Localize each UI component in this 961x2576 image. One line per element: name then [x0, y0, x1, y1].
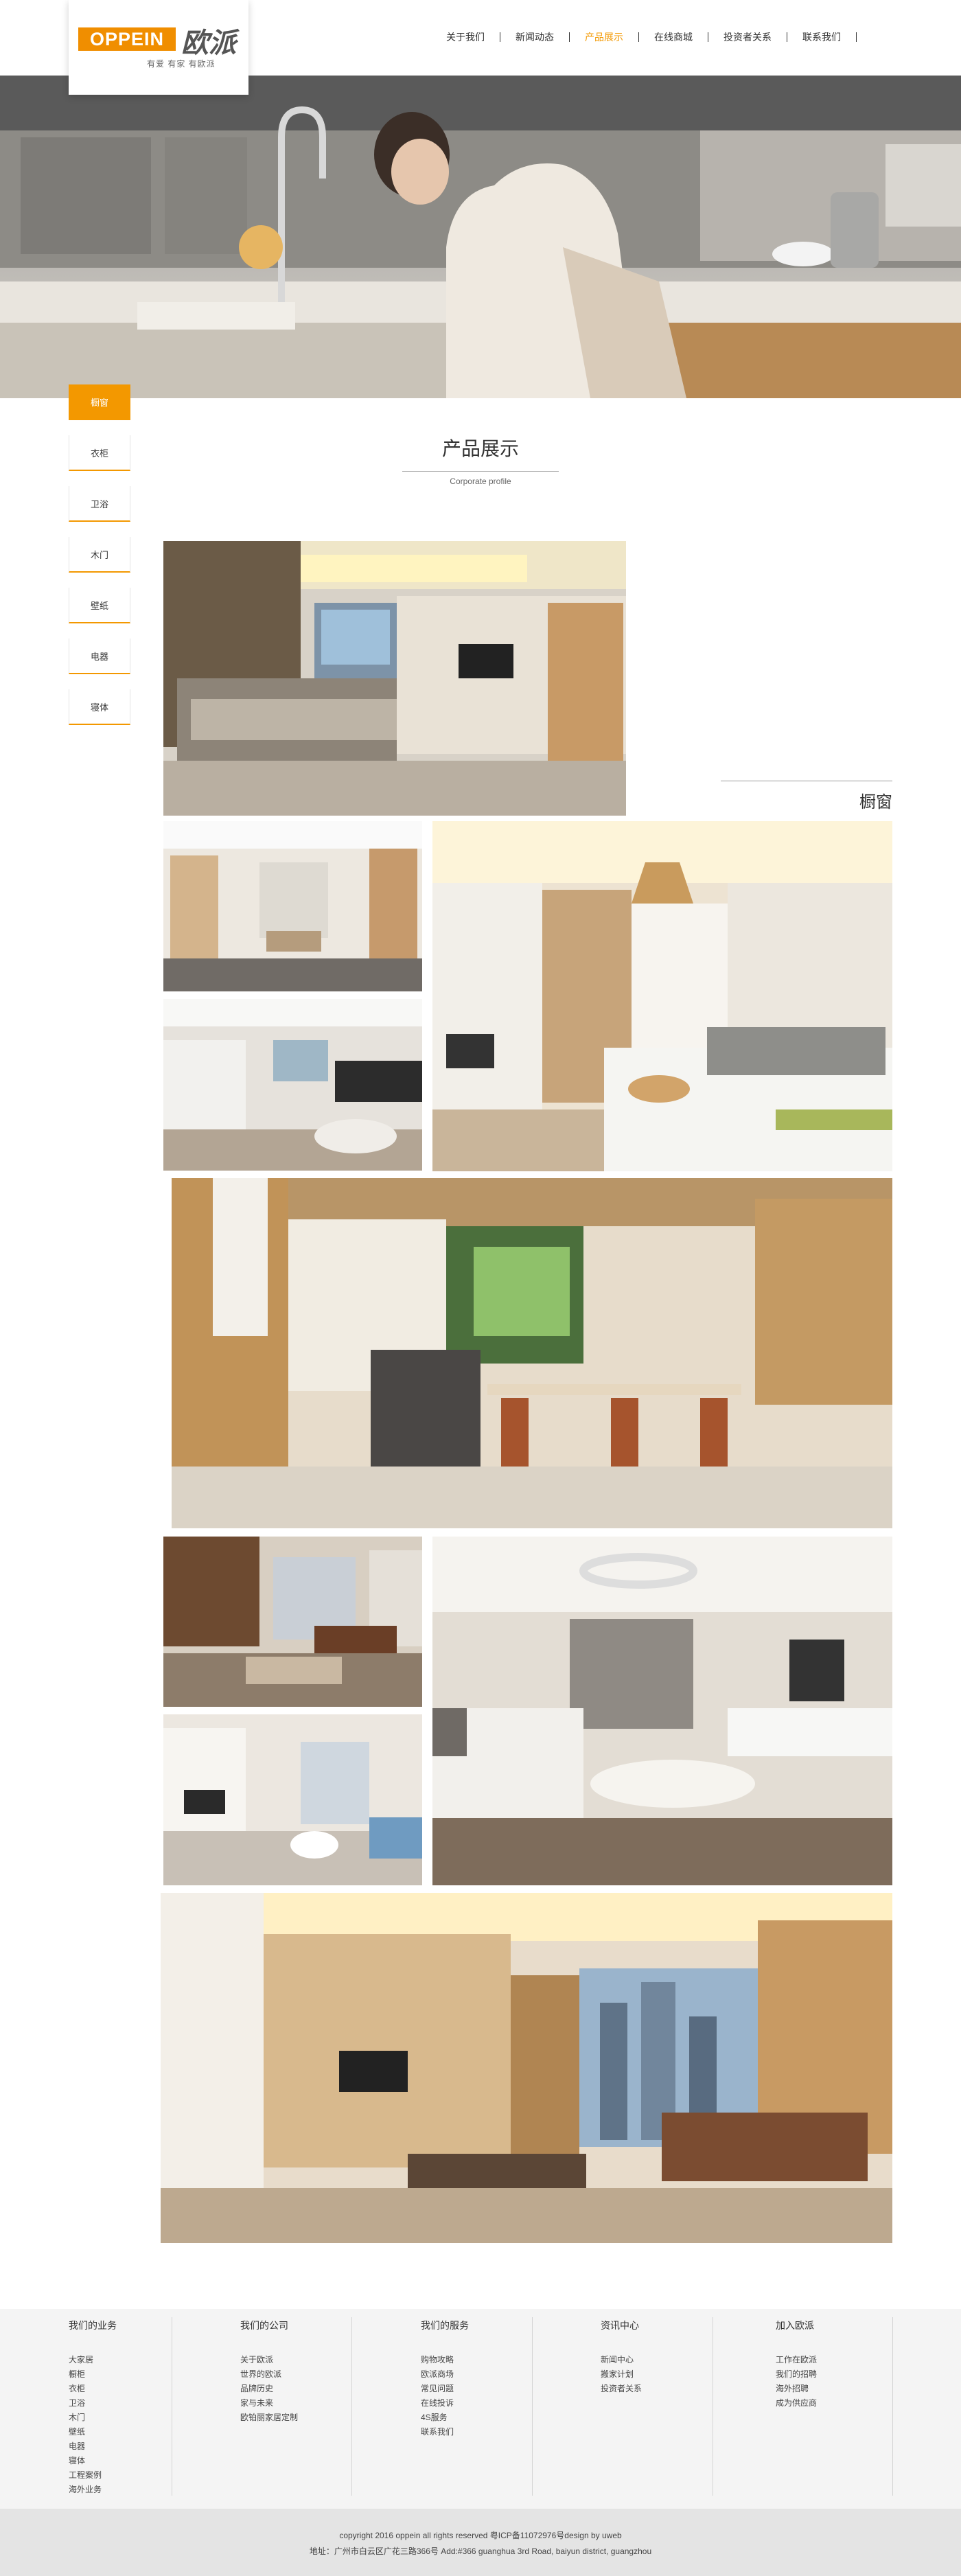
footer-column-title: 我们的服务	[421, 2320, 469, 2331]
footer-column-business: 我们的业务 大家居 橱柜 衣柜 卫浴 木门 壁纸 电器 寝体 工程案例 海外业务	[69, 2319, 117, 2497]
address-text: 地址：广州市白云区广花三路366号 Add:#366 guanghua 3rd …	[309, 2546, 652, 2556]
footer-link[interactable]: 家与未来	[240, 2396, 298, 2411]
footer-divider	[532, 2317, 533, 2496]
footer-link[interactable]: 关于欧派	[240, 2353, 298, 2367]
footer-link[interactable]: 搬家计划	[601, 2367, 642, 2382]
footer-link[interactable]: 欧派商场	[421, 2367, 469, 2382]
footer-link[interactable]: 常见问题	[421, 2382, 469, 2396]
footer-link[interactable]: 电器	[69, 2439, 117, 2454]
footer-column-company: 我们的公司 关于欧派 世界的欧派 品牌历史 家与未来 欧铂丽家居定制	[240, 2319, 298, 2425]
footer-divider	[892, 2317, 893, 2496]
section-title: 产品展示	[441, 438, 519, 459]
product-photo-city-view-living[interactable]	[161, 1893, 892, 2243]
product-photo-classic-living[interactable]	[163, 1537, 422, 1707]
footer-link[interactable]: 大家居	[69, 2353, 117, 2367]
footer-column-title: 我们的公司	[240, 2320, 288, 2331]
footer-column-title: 我们的业务	[69, 2320, 117, 2331]
section-subtitle: Corporate profile	[450, 476, 511, 486]
copyright-text: copyright 2016 oppein all rights reserve…	[339, 2531, 622, 2540]
product-photo-bedroom-tv[interactable]	[163, 541, 626, 816]
category-bedding[interactable]: 寝体	[69, 689, 130, 725]
footer-link[interactable]: 工程案例	[69, 2468, 117, 2483]
logo-chinese: 欧派	[181, 27, 236, 59]
footer-link[interactable]: 海外业务	[69, 2483, 117, 2497]
gallery-caption: 橱窗	[859, 793, 892, 812]
footer-column-title: 资讯中心	[601, 2320, 639, 2331]
footer-link[interactable]: 壁纸	[69, 2425, 117, 2439]
footer-link[interactable]: 品牌历史	[240, 2382, 298, 2396]
category-bathroom[interactable]: 卫浴	[69, 486, 130, 522]
footer-link[interactable]: 欧铂丽家居定制	[240, 2411, 298, 2425]
footer-link[interactable]: 4S服务	[421, 2411, 469, 2425]
kitchen-hero-image	[0, 76, 961, 398]
logo-wordmark: OPPEIN	[78, 27, 176, 51]
footer-column-news: 资讯中心 新闻中心 搬家计划 投资者关系	[601, 2319, 642, 2396]
section-title-divider	[402, 471, 559, 472]
product-photo-shelving[interactable]	[163, 821, 422, 991]
footer-link[interactable]: 衣柜	[69, 2382, 117, 2396]
product-photo-living-sofa[interactable]	[163, 999, 422, 1171]
copyright-bar: copyright 2016 oppein all rights reserve…	[0, 2509, 961, 2576]
footer-link[interactable]: 新闻中心	[601, 2353, 642, 2367]
footer-link[interactable]: 世界的欧派	[240, 2367, 298, 2382]
footer-link[interactable]: 工作在欧派	[776, 2353, 817, 2367]
main-nav: 关于我们 新闻动态 产品展示 在线商城 投资者关系 联系我们	[431, 29, 857, 45]
hero-banner	[0, 76, 961, 398]
footer: 我们的业务 大家居 橱柜 衣柜 卫浴 木门 壁纸 电器 寝体 工程案例 海外业务…	[0, 2309, 961, 2509]
footer-column-title: 加入欧派	[776, 2320, 814, 2331]
footer-link[interactable]: 成为供应商	[776, 2396, 817, 2411]
category-cabinet[interactable]: 橱窗	[69, 384, 130, 420]
footer-link[interactable]: 联系我们	[421, 2425, 469, 2439]
footer-link[interactable]: 在线投诉	[421, 2396, 469, 2411]
footer-column-join: 加入欧派 工作在欧派 我们的招聘 海外招聘 成为供应商	[776, 2319, 817, 2411]
category-wallpaper[interactable]: 壁纸	[69, 588, 130, 623]
footer-column-services: 我们的服务 购物攻略 欧派商场 常见问题 在线投诉 4S服务 联系我们	[421, 2319, 469, 2439]
footer-link[interactable]: 橱柜	[69, 2367, 117, 2382]
product-photo-dining-kitchen[interactable]	[172, 1178, 892, 1528]
nav-investors[interactable]: 投资者关系	[708, 30, 787, 44]
footer-link[interactable]: 购物攻略	[421, 2353, 469, 2367]
site-header: OPPEIN 欧派 有爱 有家 有欧派 关于我们 新闻动态 产品展示 在线商城 …	[0, 0, 961, 95]
logo[interactable]: OPPEIN 欧派 有爱 有家 有欧派	[69, 0, 248, 95]
product-photo-modern-living[interactable]	[432, 1537, 892, 1885]
nav-divider	[856, 32, 857, 42]
footer-link[interactable]: 寝体	[69, 2454, 117, 2468]
nav-news[interactable]: 新闻动态	[500, 30, 569, 44]
logo-tagline: 有爱 有家 有欧派	[147, 59, 216, 69]
footer-link[interactable]: 投资者关系	[601, 2382, 642, 2396]
nav-about[interactable]: 关于我们	[431, 30, 500, 44]
footer-link[interactable]: 卫浴	[69, 2396, 117, 2411]
category-appliances[interactable]: 电器	[69, 639, 130, 674]
footer-link[interactable]: 木门	[69, 2411, 117, 2425]
product-photo-bedroom-pendant[interactable]	[432, 821, 892, 1171]
category-doors[interactable]: 木门	[69, 537, 130, 573]
nav-contact[interactable]: 联系我们	[787, 30, 856, 44]
nav-products[interactable]: 产品展示	[570, 30, 638, 44]
nav-shop[interactable]: 在线商城	[639, 30, 708, 44]
footer-divider	[351, 2317, 352, 2496]
footer-link[interactable]: 我们的招聘	[776, 2367, 817, 2382]
product-photo-bright-living[interactable]	[163, 1714, 422, 1885]
footer-link[interactable]: 海外招聘	[776, 2382, 817, 2396]
